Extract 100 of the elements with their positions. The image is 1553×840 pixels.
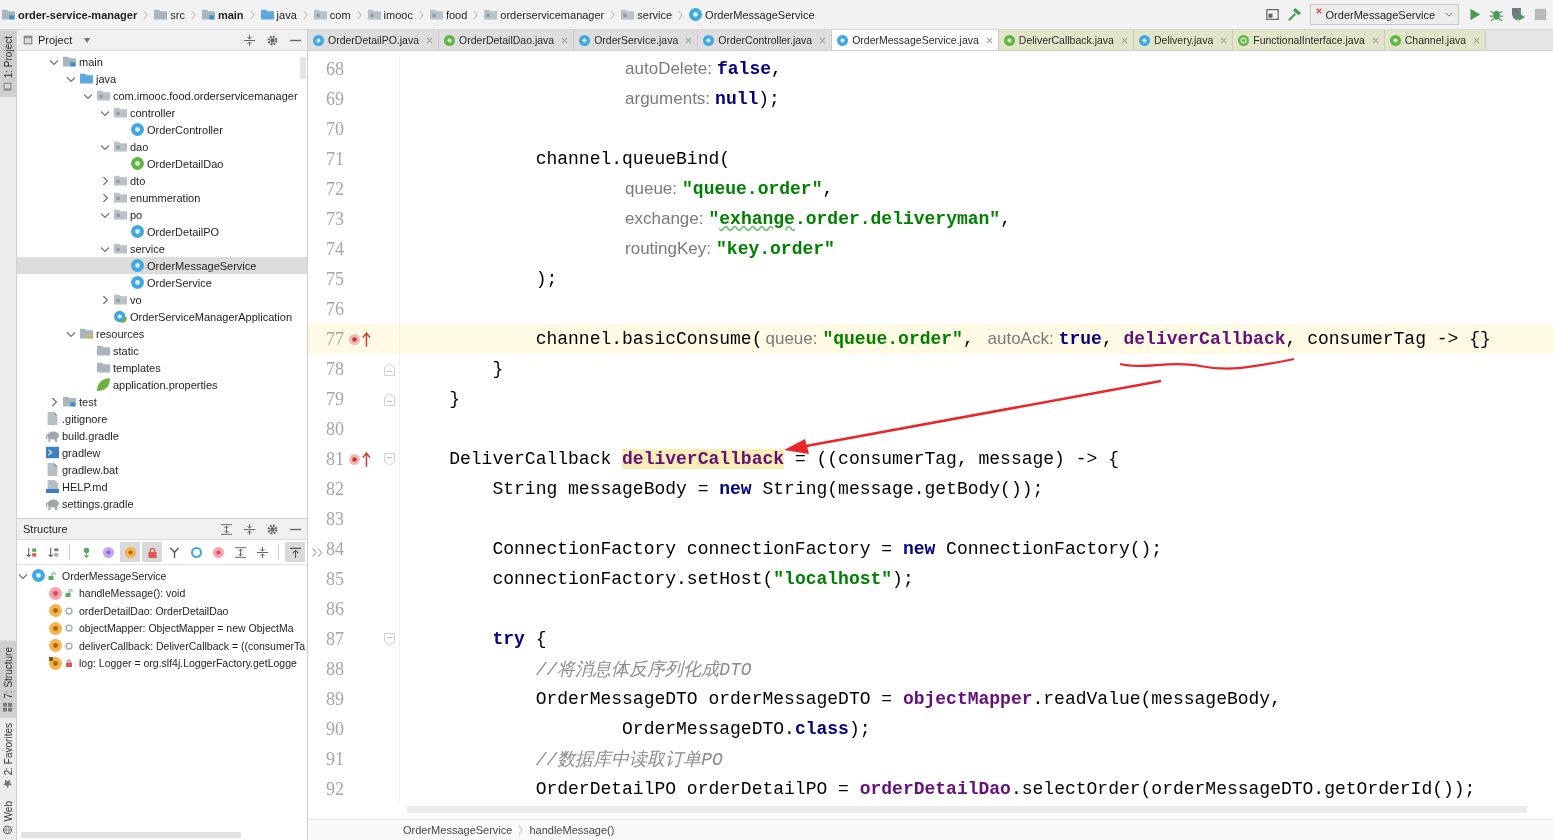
tree-item[interactable]: enummeration <box>17 189 307 206</box>
chevron-right-icon[interactable] <box>50 397 58 406</box>
tree-item[interactable]: controller <box>17 104 307 121</box>
scrollbar[interactable] <box>300 57 306 79</box>
tree-item[interactable]: gradlew <box>17 444 307 461</box>
chevron-down-icon[interactable] <box>19 571 27 580</box>
chevron-right-icon[interactable] <box>101 295 109 304</box>
chevron-down-icon[interactable] <box>50 57 58 66</box>
minimize-icon[interactable] <box>290 527 301 531</box>
breadcrumb-item[interactable]: com <box>313 4 351 25</box>
run-icon[interactable] <box>1468 8 1481 21</box>
breadcrumb-item[interactable]: OrderMessageService <box>403 824 513 836</box>
gutter-marker-icon[interactable] <box>349 451 371 467</box>
breadcrumb-item[interactable]: OrderMessageService <box>689 4 815 25</box>
expand-all-icon[interactable] <box>221 523 232 535</box>
collapse-all-icon[interactable] <box>244 523 255 535</box>
chevron-down-icon[interactable] <box>101 244 109 253</box>
fold-marker-icon[interactable] <box>384 392 395 406</box>
tool-window-button[interactable]: 2: Favorites <box>0 717 16 795</box>
chevron-right-icon[interactable] <box>101 176 109 185</box>
tree-item[interactable]: handleMessage(): void <box>17 584 307 602</box>
breadcrumb-item[interactable]: service <box>621 4 673 25</box>
breadcrumb-item[interactable]: java <box>260 4 297 25</box>
tree-item[interactable]: OrderMessageService <box>17 257 307 274</box>
chevron-down-icon[interactable] <box>101 210 109 219</box>
breadcrumb-item[interactable]: food <box>429 4 468 25</box>
chevron-right-icon[interactable] <box>101 193 109 202</box>
tree-item[interactable]: HELP.md <box>17 478 307 495</box>
tree-item[interactable]: orderDetailDao: OrderDetailDao <box>17 602 307 620</box>
editor-tab[interactable]: DeliverCallback.java <box>998 30 1134 50</box>
tree-item[interactable]: templates <box>17 359 307 376</box>
tree-item[interactable]: OrderService <box>17 274 307 291</box>
tree-item[interactable]: OrderMessageService <box>17 567 307 585</box>
tree-item[interactable]: resources <box>17 325 307 342</box>
breadcrumb-item[interactable]: imooc <box>367 4 413 25</box>
collapse-all-icon[interactable] <box>244 34 255 46</box>
fold-marker-icon[interactable] <box>384 632 395 646</box>
coverage-icon[interactable] <box>1512 8 1525 21</box>
close-icon[interactable] <box>1120 36 1128 44</box>
editor-tab[interactable]: OrderDetailPO.java <box>308 30 440 50</box>
toolbar-button[interactable] <box>120 542 140 562</box>
breadcrumb-item[interactable]: order-service-manager <box>2 4 138 25</box>
tree-item[interactable]: service <box>17 240 307 257</box>
tree-item[interactable]: static <box>17 342 307 359</box>
close-icon[interactable] <box>985 36 993 44</box>
tree-item[interactable]: build.gradle <box>17 427 307 444</box>
breadcrumb-item[interactable]: orderservicemanager <box>484 4 605 25</box>
view-dropdown[interactable]: Project <box>23 34 92 46</box>
close-icon[interactable] <box>426 36 434 44</box>
tool-window-button[interactable]: 7: Structure <box>0 640 16 718</box>
close-icon[interactable] <box>819 36 827 44</box>
tree-item[interactable]: .gitignore <box>17 410 307 427</box>
chevron-down-icon[interactable] <box>84 91 92 100</box>
editor-tab[interactable]: OrderService.java <box>574 30 699 50</box>
tree-item[interactable]: main <box>17 53 307 70</box>
editor-tab[interactable]: OrderMessageService.java <box>832 30 999 50</box>
chevron-down-icon[interactable] <box>101 108 109 117</box>
layout-icon[interactable] <box>1265 8 1279 21</box>
tree-item[interactable]: com.imooc.food.orderservicemanager <box>17 87 307 104</box>
gutter-marker-icon[interactable] <box>349 331 371 347</box>
settings-icon[interactable] <box>267 34 278 46</box>
minimize-icon[interactable] <box>290 38 301 42</box>
tool-window-button[interactable]: 1: Project <box>0 30 16 98</box>
fold-marker-icon[interactable] <box>384 362 395 376</box>
settings-icon[interactable] <box>267 523 278 535</box>
tree-item[interactable]: deliverCallback: DeliverCallback = ((consumerTa <box>17 637 307 655</box>
breadcrumb-item[interactable]: main <box>201 4 244 25</box>
tree-item[interactable]: OrderDetailDao <box>17 155 307 172</box>
editor-tab[interactable]: Delivery.java <box>1133 30 1234 50</box>
fold-marker-icon[interactable] <box>384 452 395 466</box>
close-icon[interactable] <box>685 36 693 44</box>
scrollbar[interactable] <box>21 832 241 838</box>
tree-item[interactable]: test <box>17 393 307 410</box>
close-icon[interactable] <box>1473 36 1481 44</box>
close-icon[interactable] <box>1220 36 1228 44</box>
debug-icon[interactable] <box>1490 8 1503 21</box>
close-icon[interactable] <box>1371 36 1379 44</box>
close-icon[interactable] <box>561 36 569 44</box>
tree-item[interactable]: java <box>17 70 307 87</box>
chevron-down-icon[interactable] <box>67 329 75 338</box>
tree-item[interactable]: settings.gradle <box>17 495 307 512</box>
tree-item[interactable]: dao <box>17 138 307 155</box>
editor-tab[interactable]: OrderController.java <box>698 30 833 50</box>
tool-window-button[interactable]: Web <box>0 794 16 840</box>
run-config-select[interactable]: OrderMessageService <box>1309 4 1459 25</box>
breadcrumb-item[interactable]: handleMessage() <box>529 824 615 836</box>
editor-tab[interactable]: FunctionalInterface.java <box>1233 30 1385 50</box>
tree-item[interactable]: OrderServiceManagerApplication <box>17 308 307 325</box>
tree-item[interactable]: OrderDetailPO <box>17 223 307 240</box>
chevron-down-icon[interactable] <box>67 74 75 83</box>
tree-item[interactable]: po <box>17 206 307 223</box>
chevron-down-icon[interactable] <box>101 142 109 151</box>
toolbar-button[interactable] <box>285 542 305 562</box>
editor-tab[interactable]: Channel.java <box>1384 30 1487 50</box>
tree-item[interactable]: OrderController <box>17 121 307 138</box>
tree-item[interactable]: vo <box>17 291 307 308</box>
hammer-icon[interactable] <box>1287 8 1301 21</box>
tree-item[interactable]: objectMapper: ObjectMapper = new ObjectMa <box>17 619 307 637</box>
tree-item[interactable]: dto <box>17 172 307 189</box>
tree-item[interactable]: application.properties <box>17 376 307 393</box>
